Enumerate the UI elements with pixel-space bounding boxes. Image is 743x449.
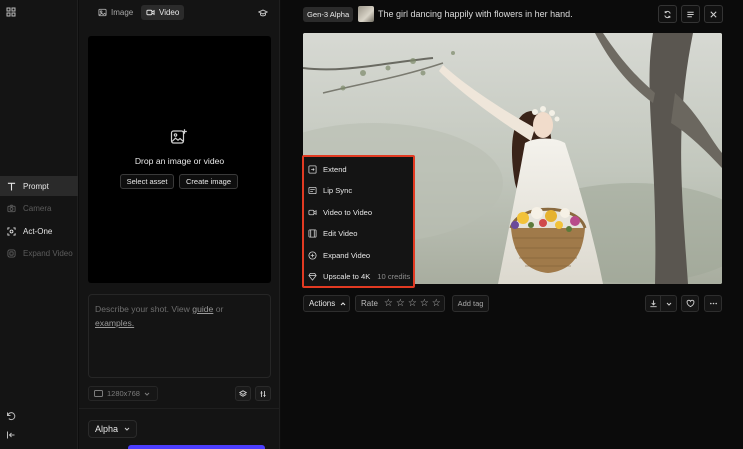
tab-video[interactable]: Video [141, 5, 185, 20]
add-tag-button[interactable]: Add tag [452, 295, 489, 312]
download-button[interactable] [645, 295, 661, 312]
diamond-icon [308, 272, 317, 281]
actions-button[interactable]: Actions [303, 295, 350, 312]
tab-image[interactable]: Image [93, 5, 138, 20]
face-scan-icon [7, 226, 16, 236]
expand-icon [308, 250, 317, 260]
layout-grid-icon[interactable] [6, 7, 16, 17]
advanced-settings-button[interactable] [255, 386, 271, 401]
download-options-button[interactable] [660, 295, 677, 312]
heart-icon [686, 299, 694, 308]
more-options-button[interactable] [704, 295, 722, 312]
chevron-down-icon [144, 392, 150, 396]
menu-item-edit-video[interactable]: Edit Video [308, 226, 357, 240]
rating-widget: Rate ☆ ☆ ☆ ☆ ☆ [355, 295, 445, 312]
chevron-up-icon [340, 301, 346, 305]
star-icon[interactable]: ☆ [396, 298, 405, 309]
rail-item-label: Expand Video [23, 248, 73, 258]
favorite-button[interactable] [681, 295, 699, 312]
text-t-icon [7, 182, 16, 191]
download-icon [649, 300, 657, 308]
examples-link[interactable]: examples. [95, 318, 134, 328]
close-icon [710, 10, 717, 18]
generate-button[interactable] [128, 445, 265, 449]
menu-item-video-to-video[interactable]: Video to Video [308, 205, 372, 219]
source-thumbnail [358, 6, 374, 22]
menu-item-expand-video[interactable]: Expand Video [308, 248, 370, 262]
chevron-down-icon [666, 302, 671, 306]
rail-item-label: Prompt [23, 181, 49, 191]
star-icon[interactable]: ☆ [432, 298, 441, 309]
chevron-down-icon [124, 427, 130, 431]
presets-button[interactable] [235, 386, 251, 401]
add-image-icon [170, 129, 187, 144]
model-badge: Gen-3 Alpha [303, 7, 354, 22]
rail-item-camera: Camera [0, 198, 78, 218]
guide-link[interactable]: guide [192, 304, 213, 314]
select-asset-button[interactable]: Select asset [120, 174, 174, 189]
rail-item-prompt[interactable]: Prompt [0, 176, 78, 196]
camera-icon [7, 204, 16, 212]
close-button[interactable] [704, 5, 723, 23]
panel-divider [79, 408, 280, 409]
regenerate-button[interactable] [658, 5, 677, 23]
video-camera-icon [146, 9, 155, 16]
resolution-select[interactable]: 1280x768 [88, 386, 158, 401]
image-icon [98, 8, 107, 17]
layers-icon [239, 389, 247, 397]
result-title: The girl dancing happily with flowers in… [378, 9, 573, 19]
star-icon[interactable]: ☆ [384, 298, 393, 309]
prompt-input[interactable]: Describe your shot. View guide or exampl… [88, 294, 271, 378]
star-icon[interactable]: ☆ [408, 298, 417, 309]
menu-item-upscale-4k[interactable]: Upscale to 4K 10 credits [308, 269, 410, 283]
graduation-cap-icon[interactable] [258, 8, 268, 18]
collapse-sidebar-icon[interactable] [6, 430, 16, 440]
rail-item-label: Act-One [23, 226, 53, 236]
credits-badge: 10 credits [377, 271, 411, 281]
drop-zone-label: Drop an image or video [134, 156, 225, 166]
video-camera-icon [308, 209, 317, 215]
refresh-icon [664, 10, 671, 18]
rail-item-label: Camera [23, 203, 52, 213]
details-button[interactable] [681, 5, 700, 23]
sliders-icon [260, 390, 266, 397]
model-select[interactable]: Alpha [88, 420, 137, 438]
rail-item-expand-video: Expand Video [0, 243, 78, 263]
aspect-ratio-icon [94, 390, 103, 397]
lip-sync-icon [308, 186, 317, 194]
menu-item-extend[interactable]: Extend [308, 162, 347, 176]
menu-item-lip-sync[interactable]: Lip Sync [308, 183, 352, 197]
create-image-button[interactable]: Create image [179, 174, 238, 189]
rail-item-act-one[interactable]: Act-One [0, 221, 78, 241]
star-icon[interactable]: ☆ [420, 298, 429, 309]
more-horizontal-icon [709, 302, 717, 305]
extend-icon [308, 164, 317, 174]
edit-video-icon [308, 228, 317, 238]
menu-lines-icon [687, 11, 694, 17]
undo-history-icon[interactable] [6, 411, 16, 421]
expand-video-icon [7, 248, 16, 258]
